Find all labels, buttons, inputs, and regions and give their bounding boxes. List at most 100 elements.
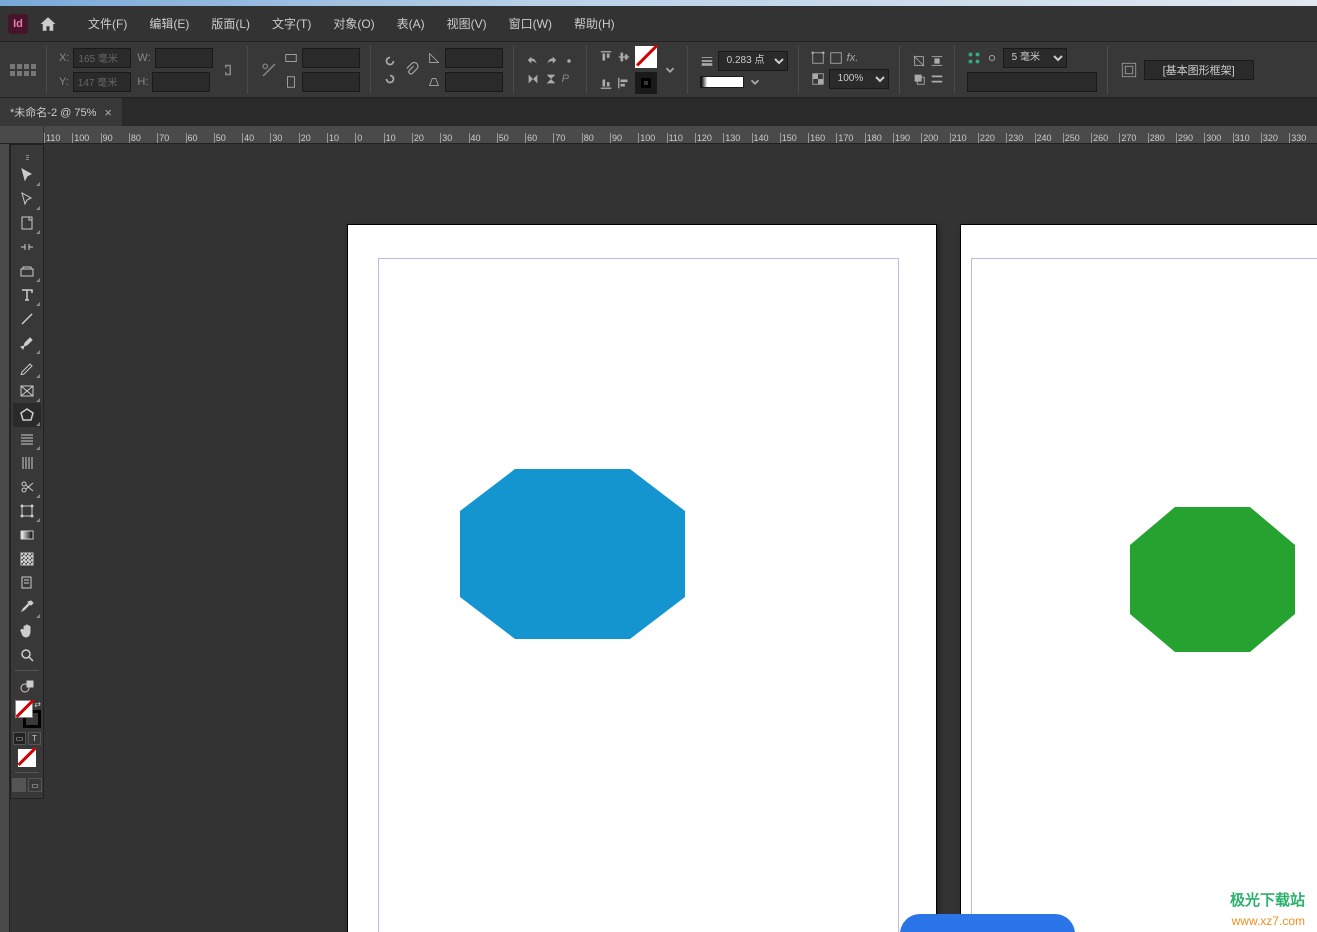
- menu-type[interactable]: 文字(T): [262, 9, 321, 38]
- scale-y-input[interactable]: [302, 72, 360, 92]
- green-octagon-shape[interactable]: [1130, 507, 1295, 652]
- undo-arrow-icon[interactable]: [526, 54, 540, 68]
- scale-group: [260, 46, 371, 94]
- menu-file[interactable]: 文件(F): [78, 9, 137, 38]
- text-wrap-none-icon[interactable]: [912, 54, 926, 68]
- menu-help[interactable]: 帮助(H): [564, 9, 625, 38]
- flip-horizontal-icon[interactable]: [526, 72, 540, 86]
- document-tab[interactable]: *未命名-2 @ 75% ×: [0, 98, 122, 126]
- canvas-area[interactable]: 电脑技术网 www.tagxp.com TAG 极光下载站 www.xz7.co…: [10, 144, 1317, 932]
- tool-hand[interactable]: [13, 619, 41, 643]
- corner-frame-icon[interactable]: [811, 51, 825, 65]
- rotate-cw-icon[interactable]: [383, 54, 397, 68]
- tool-scissors[interactable]: [13, 475, 41, 499]
- tool-pen[interactable]: [13, 331, 41, 355]
- rotate-ccw-icon[interactable]: [383, 72, 397, 86]
- fill-none-swatch-icon[interactable]: [635, 46, 657, 68]
- tool-gradient-feather[interactable]: [13, 547, 41, 571]
- ruler-tick: 40: [242, 133, 254, 143]
- stroke-weight-select[interactable]: 0.283 点: [718, 51, 788, 71]
- scale-x-icon: [284, 51, 298, 65]
- menu-layout[interactable]: 版面(L): [201, 9, 260, 38]
- gap-select[interactable]: 5 毫米: [1003, 48, 1067, 68]
- shear-input[interactable]: [445, 72, 503, 92]
- tool-zoom[interactable]: [13, 643, 41, 667]
- align-vcenter-icon[interactable]: [617, 50, 631, 64]
- gap-wide-select[interactable]: [967, 72, 1097, 92]
- fx-label[interactable]: fx.: [847, 52, 859, 64]
- fill-stroke-proxy[interactable]: ⇄: [13, 700, 41, 730]
- rotation-input[interactable]: [445, 48, 503, 68]
- format-container-icon[interactable]: ▭: [13, 732, 26, 745]
- tool-note[interactable]: [13, 571, 41, 595]
- align-left-icon[interactable]: [617, 76, 631, 90]
- tool-pencil[interactable]: [13, 355, 41, 379]
- tool-polygon[interactable]: [13, 403, 41, 427]
- ruler-tick: 230: [1006, 133, 1023, 143]
- tool-type[interactable]: [13, 283, 41, 307]
- reference-point-grid-icon[interactable]: [10, 64, 36, 76]
- clear-effects-icon[interactable]: [930, 72, 944, 86]
- tool-selection[interactable]: [13, 163, 41, 187]
- align-top-icon[interactable]: [599, 50, 613, 64]
- drop-shadow-icon[interactable]: [912, 72, 926, 86]
- ruler-tick: 270: [1119, 133, 1136, 143]
- menu-object[interactable]: 对象(O): [323, 9, 384, 38]
- h-input[interactable]: [152, 72, 210, 92]
- opacity-select[interactable]: 100%: [829, 69, 889, 89]
- document-tabs-bar: *未命名-2 @ 75% ×: [0, 98, 1317, 126]
- constrain-proportions-icon[interactable]: [219, 61, 237, 79]
- text-wrap-around-icon[interactable]: [930, 54, 944, 68]
- stroke-black-swatch-icon[interactable]: [635, 72, 657, 94]
- menu-table[interactable]: 表(A): [387, 9, 435, 38]
- tool-grid-rows[interactable]: [13, 427, 41, 451]
- align-bottom-icon[interactable]: [599, 76, 613, 90]
- tool-content-collector[interactable]: [13, 259, 41, 283]
- scale-x-input[interactable]: [302, 48, 360, 68]
- format-text-icon[interactable]: T: [28, 732, 41, 745]
- ruler-tick: 50: [214, 133, 226, 143]
- tool-grid-cols[interactable]: [13, 451, 41, 475]
- no-link-icon[interactable]: [260, 61, 278, 79]
- tool-page[interactable]: [13, 211, 41, 235]
- tool-rectangle-frame[interactable]: [13, 379, 41, 403]
- p-indicator: P: [562, 73, 569, 85]
- redo-arrow-icon[interactable]: [544, 54, 558, 68]
- x-input[interactable]: [73, 48, 131, 68]
- fit-frame-icon[interactable]: [1120, 61, 1138, 79]
- chevron-down-icon[interactable]: [663, 63, 677, 77]
- view-normal-icon[interactable]: [12, 778, 26, 792]
- watermark-tag-badge: TAG: [900, 914, 1075, 932]
- frame-preset-label[interactable]: [基本图形框架]: [1144, 60, 1254, 80]
- stroke-style-dropdown-icon[interactable]: [748, 75, 762, 89]
- tool-free-transform[interactable]: [13, 499, 41, 523]
- menu-window[interactable]: 窗口(W): [499, 9, 562, 38]
- stroke-style-swatch[interactable]: [700, 76, 744, 88]
- swap-fill-stroke-icon[interactable]: ⇄: [34, 700, 41, 709]
- gap-link-icon[interactable]: [985, 51, 999, 65]
- menu-view[interactable]: 视图(V): [437, 9, 497, 38]
- tool-eyedropper[interactable]: [13, 595, 41, 619]
- corner-options-icon[interactable]: [829, 51, 843, 65]
- apply-none-icon[interactable]: [18, 749, 36, 767]
- blue-octagon-shape[interactable]: [460, 469, 685, 639]
- menu-edit[interactable]: 编辑(E): [139, 9, 199, 38]
- toolbox-drag-handle[interactable]: [11, 149, 43, 161]
- ruler-tick: 90: [101, 133, 113, 143]
- tool-direct-selection[interactable]: [13, 187, 41, 211]
- home-icon[interactable]: [38, 15, 58, 33]
- ruler-tick: 40: [469, 133, 481, 143]
- tool-gap[interactable]: [13, 235, 41, 259]
- gap-icon[interactable]: [967, 51, 981, 65]
- tool-toggle-fill-stroke-target[interactable]: [13, 674, 41, 698]
- link-attachment-icon[interactable]: [403, 61, 421, 79]
- w-input[interactable]: [155, 48, 213, 68]
- flip-vertical-icon[interactable]: [544, 72, 558, 86]
- y-input[interactable]: [73, 72, 131, 92]
- tool-line[interactable]: [13, 307, 41, 331]
- tab-close-icon[interactable]: ×: [104, 105, 112, 120]
- fill-proxy-icon[interactable]: [15, 700, 33, 718]
- menu-items: 文件(F) 编辑(E) 版面(L) 文字(T) 对象(O) 表(A) 视图(V)…: [78, 9, 625, 38]
- tool-gradient-swatch[interactable]: [13, 523, 41, 547]
- view-preview-icon[interactable]: ▭: [28, 778, 42, 792]
